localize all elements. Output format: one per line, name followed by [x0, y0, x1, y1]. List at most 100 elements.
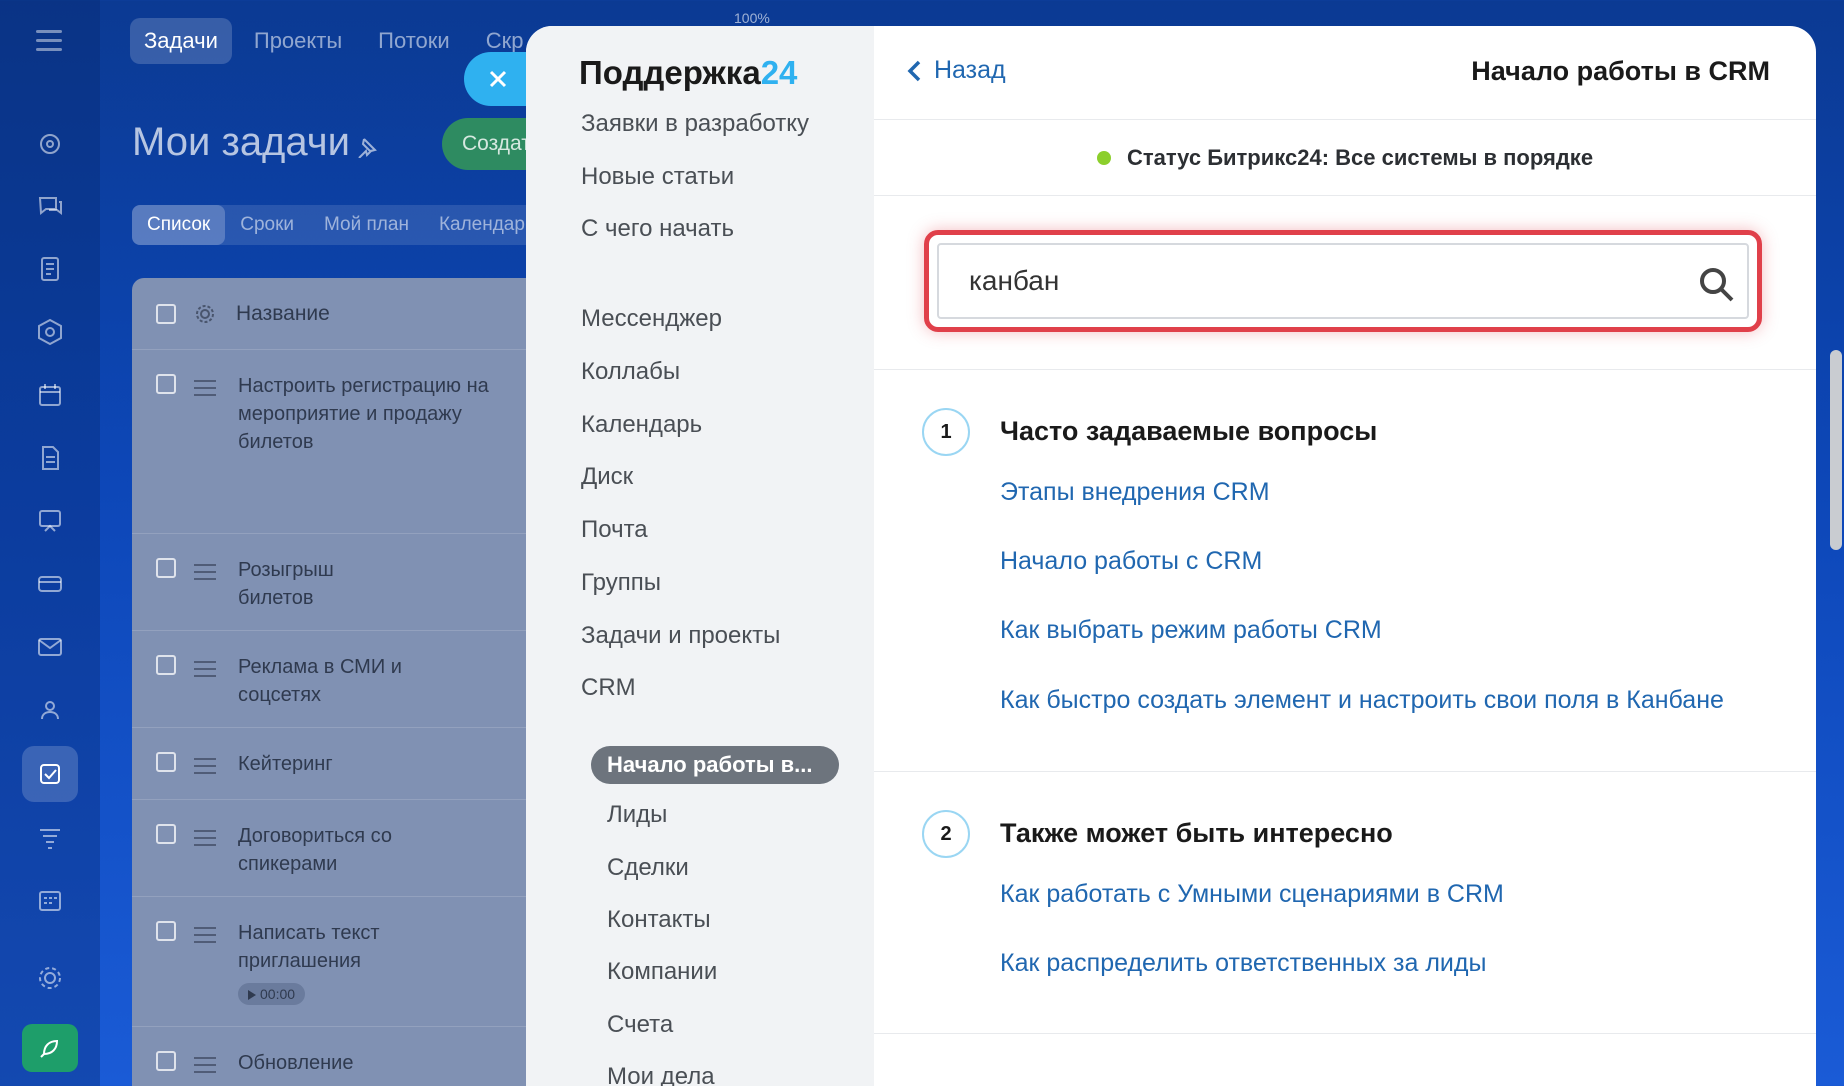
nav-item-deals[interactable]: Сделки	[607, 854, 689, 882]
row-checkbox[interactable]	[156, 558, 176, 578]
table-row[interactable]: Написать текст приглашения 00:00	[132, 897, 552, 1027]
page-title: Мои задачи	[132, 120, 350, 164]
nav-item-my-activities[interactable]: Мои дела	[607, 1063, 715, 1086]
help-panel: Поддержка24 Заявки в разработку Новые ст…	[526, 26, 1816, 1086]
content-header: Назад Начало работы в CRM	[874, 26, 1816, 120]
view-tab-calendar[interactable]: Календар	[424, 205, 540, 245]
collab-icon[interactable]	[22, 304, 78, 360]
task-title[interactable]: Кейтеринг	[238, 750, 538, 778]
pin-icon[interactable]	[356, 136, 378, 159]
chat-icon[interactable]	[22, 178, 78, 234]
team-icon[interactable]	[22, 682, 78, 738]
nav-item-drive[interactable]: Диск	[581, 463, 633, 491]
task-title[interactable]: Договориться со спикерами	[238, 822, 398, 878]
card-icon[interactable]	[22, 556, 78, 612]
close-icon	[489, 70, 507, 88]
drag-handle-icon[interactable]	[194, 564, 216, 585]
gear-icon[interactable]	[194, 303, 216, 325]
timer-badge[interactable]: 00:00	[238, 983, 306, 1005]
nav-item-groups[interactable]: Группы	[581, 569, 661, 597]
table-row[interactable]: Договориться со спикерами	[132, 800, 552, 897]
nav-item-tasks-projects[interactable]: Задачи и проекты	[581, 622, 780, 650]
drag-handle-icon[interactable]	[194, 661, 216, 682]
nav-item-collabs[interactable]: Коллабы	[581, 358, 680, 386]
drag-handle-icon[interactable]	[194, 927, 216, 948]
task-title[interactable]: Настроить регистрацию на мероприятие и п…	[238, 372, 538, 456]
task-title[interactable]: Реклама в СМИ и соцсетях	[238, 653, 408, 709]
nav-item-mail[interactable]: Почта	[581, 516, 648, 544]
board-icon[interactable]	[22, 493, 78, 549]
drag-handle-icon[interactable]	[194, 380, 216, 401]
article-link[interactable]: Как быстро создать элемент и настроить с…	[1000, 686, 1724, 715]
table-row[interactable]: Кейтеринг	[132, 728, 552, 800]
article-link[interactable]: Начало работы с CRM	[1000, 547, 1262, 576]
search-icon[interactable]	[1697, 265, 1737, 305]
tasks-icon[interactable]	[22, 746, 78, 802]
tab-projects[interactable]: Проекты	[240, 18, 356, 64]
nav-item-leads[interactable]: Лиды	[607, 801, 667, 829]
row-checkbox[interactable]	[156, 374, 176, 394]
search-highlight	[924, 230, 1762, 332]
row-checkbox[interactable]	[156, 655, 176, 675]
nav-item-new-articles[interactable]: Новые статьи	[581, 163, 734, 191]
nav-item-calendar[interactable]: Календарь	[581, 411, 702, 439]
nav-item-contacts[interactable]: Контакты	[607, 906, 711, 934]
task-title[interactable]: Написать текст приглашения	[238, 919, 398, 975]
document-icon[interactable]	[22, 241, 78, 297]
table-row[interactable]: Настроить регистрацию на мероприятие и п…	[132, 350, 552, 534]
feed-icon[interactable]	[22, 116, 78, 172]
row-checkbox[interactable]	[156, 1051, 176, 1071]
nav-item-messenger[interactable]: Мессенджер	[581, 305, 722, 333]
nav-item-dev-requests[interactable]: Заявки в разработку	[581, 110, 809, 138]
table-header: Название	[132, 278, 552, 350]
zoom-level: 100%	[734, 10, 770, 26]
search-input[interactable]	[937, 243, 1749, 319]
related-section: 2 Также может быть интересно Как работат…	[874, 772, 1816, 1034]
view-tab-plan[interactable]: Мой план	[309, 205, 424, 245]
nav-item-crm[interactable]: CRM	[581, 674, 636, 702]
article-link[interactable]: Как работать с Умными сценариями в CRM	[1000, 880, 1504, 909]
back-label: Назад	[934, 56, 1006, 84]
select-all-checkbox[interactable]	[156, 303, 176, 324]
article-title: Начало работы в CRM	[1471, 56, 1770, 86]
mail-icon[interactable]	[22, 619, 78, 675]
hamburger-menu-icon[interactable]	[36, 30, 62, 52]
table-row[interactable]: Реклама в СМИ и соцсетях	[132, 631, 552, 728]
file-icon[interactable]	[22, 430, 78, 486]
row-checkbox[interactable]	[156, 752, 176, 772]
view-tab-list[interactable]: Список	[132, 205, 226, 245]
chevron-left-icon	[907, 60, 921, 81]
article-link[interactable]: Этапы внедрения CRM	[1000, 478, 1270, 507]
settings-icon[interactable]	[22, 950, 78, 1006]
funnel-icon[interactable]	[22, 810, 78, 866]
section-title: Часто задаваемые вопросы	[1000, 416, 1378, 446]
row-checkbox[interactable]	[156, 921, 176, 941]
table-row[interactable]: Обновление оргтехники	[132, 1027, 552, 1086]
tab-flows[interactable]: Потоки	[364, 18, 464, 64]
nav-item-companies[interactable]: Компании	[607, 958, 717, 986]
row-checkbox[interactable]	[156, 824, 176, 844]
table-row[interactable]: Розыгрыш билетов	[132, 534, 552, 631]
task-title[interactable]: Обновление оргтехники	[238, 1049, 388, 1086]
drag-handle-icon[interactable]	[194, 758, 216, 779]
system-status[interactable]: Статус Битрикс24: Все системы в порядке	[874, 120, 1816, 196]
nav-item-crm-getting-started[interactable]: Начало работы в...	[591, 746, 839, 784]
view-tab-deadlines[interactable]: Сроки	[225, 205, 309, 245]
back-button[interactable]: Назад	[906, 56, 1006, 85]
section-number: 2	[922, 810, 970, 858]
status-text: Статус Битрикс24: Все системы в порядке	[1126, 144, 1594, 170]
article-link[interactable]: Как распределить ответственных за лиды	[1000, 949, 1486, 978]
drag-handle-icon[interactable]	[194, 1057, 216, 1078]
tab-tasks[interactable]: Задачи	[130, 18, 232, 64]
task-title[interactable]: Розыгрыш билетов	[238, 556, 348, 612]
scrollbar[interactable]	[1830, 350, 1842, 550]
nav-item-getting-started[interactable]: С чего начать	[581, 215, 734, 243]
left-rail	[0, 0, 100, 1086]
schedule-icon[interactable]	[22, 872, 78, 928]
rocket-icon[interactable]	[22, 1024, 78, 1072]
article-link[interactable]: Как выбрать режим работы CRM	[1000, 616, 1382, 645]
brand-name: Поддержка	[579, 54, 761, 91]
nav-item-invoices[interactable]: Счета	[607, 1011, 673, 1039]
drag-handle-icon[interactable]	[194, 830, 216, 851]
calendar-icon[interactable]	[22, 367, 78, 423]
